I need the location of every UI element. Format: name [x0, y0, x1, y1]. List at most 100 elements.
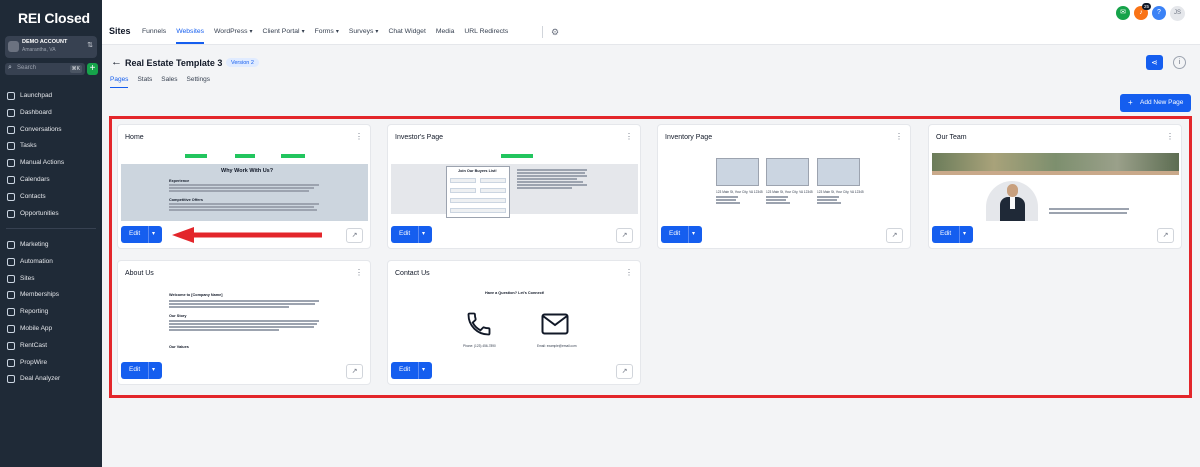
- sidebar-item-manual-actions[interactable]: Manual Actions: [0, 155, 102, 172]
- sidebar-item-label: Mobile App: [20, 324, 53, 332]
- tasks-icon: [7, 142, 15, 151]
- chevron-down-icon: ▾: [375, 29, 379, 35]
- sidebar-item-label: Opportunities: [20, 209, 59, 217]
- sidebar-item-label: Manual Actions: [20, 159, 65, 167]
- deal-analyzer-icon: [7, 375, 15, 384]
- account-location: Amarantha, VA: [22, 47, 56, 53]
- share-icon: ⋖: [1151, 58, 1158, 67]
- sidebar-item-conversations[interactable]: Conversations: [0, 122, 102, 139]
- sidebar-item-tasks[interactable]: Tasks: [0, 138, 102, 155]
- tab-label: Websites: [176, 28, 205, 35]
- sidebar-item-calendars[interactable]: Calendars: [0, 172, 102, 189]
- tab-label: URL Redirects: [464, 28, 509, 35]
- help-icon[interactable]: ?: [1152, 6, 1166, 20]
- sidebar-item-sites[interactable]: Sites: [0, 271, 102, 288]
- version-badge: Version 2: [226, 58, 259, 67]
- chevron-down-icon: ▾: [249, 29, 253, 35]
- megaphone-icon[interactable]: ✉: [1116, 6, 1130, 20]
- account-icon: [8, 41, 19, 52]
- contacts-icon: [7, 192, 15, 201]
- tab-websites[interactable]: Websites: [176, 28, 204, 44]
- sidebar-item-memberships[interactable]: Memberships: [0, 287, 102, 304]
- highlight-box: [109, 116, 1192, 398]
- gear-icon[interactable]: ⚙: [551, 27, 559, 38]
- sidebar-item-propwire[interactable]: PropWire: [0, 355, 102, 372]
- sidebar-divider: [6, 228, 96, 229]
- subtab-stats[interactable]: Stats: [137, 76, 152, 88]
- dashboard-icon: [7, 108, 15, 117]
- sidebar-item-label: PropWire: [20, 358, 48, 366]
- bell-icon[interactable]: ♪ 25: [1134, 3, 1151, 20]
- back-arrow-icon[interactable]: ←: [111, 56, 122, 68]
- sidebar-item-reporting[interactable]: Reporting: [0, 304, 102, 321]
- tab-surveys[interactable]: Surveys ▾: [349, 28, 379, 44]
- sidebar-item-label: Reporting: [20, 308, 49, 316]
- subtab-settings[interactable]: Settings: [187, 76, 211, 88]
- tab-url-redirects[interactable]: URL Redirects: [464, 28, 508, 44]
- tab-client-portal[interactable]: Client Portal ▾: [263, 28, 305, 44]
- memberships-icon: [7, 291, 15, 300]
- rocket-icon: [7, 92, 15, 100]
- avatar[interactable]: JS: [1170, 6, 1185, 21]
- tab-media[interactable]: Media: [436, 28, 455, 44]
- sidebar-item-marketing[interactable]: Marketing: [0, 237, 102, 254]
- tab-label: Chat Widget: [388, 28, 426, 35]
- sidebar-item-launchpad[interactable]: Launchpad: [0, 88, 102, 105]
- sidebar-item-label: Conversations: [20, 125, 62, 133]
- rentcast-icon: [7, 341, 15, 350]
- tab-chat-widget[interactable]: Chat Widget: [388, 28, 425, 44]
- notification-count: 25: [1141, 3, 1151, 10]
- info-icon[interactable]: i: [1173, 56, 1186, 69]
- share-button[interactable]: ⋖: [1146, 55, 1163, 70]
- sidebar-item-contacts[interactable]: Contacts: [0, 189, 102, 206]
- tab-forms[interactable]: Forms ▾: [315, 28, 339, 44]
- search-placeholder: Search: [17, 65, 37, 71]
- tab-wordpress[interactable]: WordPress ▾: [214, 28, 253, 44]
- annotation-arrow-icon: [172, 227, 322, 243]
- chat-icon: [7, 125, 15, 134]
- sidebar-item-label: Deal Analyzer: [20, 375, 61, 383]
- tab-funnels[interactable]: Funnels: [142, 28, 166, 44]
- top-tabs: Funnels Websites WordPress ▾ Client Porta…: [142, 28, 508, 44]
- tab-label: Client Portal: [262, 28, 300, 35]
- propwire-icon: [7, 358, 15, 367]
- account-switcher[interactable]: DEMO ACCOUNT Amarantha, VA ⇅: [5, 36, 97, 58]
- sidebar-item-label: Memberships: [20, 291, 60, 299]
- account-name: DEMO ACCOUNT: [22, 39, 68, 45]
- chevron-down-icon: ▾: [335, 29, 339, 35]
- sidebar-item-dashboard[interactable]: Dashboard: [0, 105, 102, 122]
- top-navigation: Sites Funnels Websites WordPress ▾ Client…: [102, 0, 1200, 45]
- app-logo: REI Closed: [18, 10, 90, 26]
- sidebar-item-rentcast[interactable]: RentCast: [0, 338, 102, 355]
- tab-label: Funnels: [142, 28, 167, 35]
- plus-icon: +: [1128, 98, 1133, 107]
- search-icon: ⌕: [8, 64, 12, 71]
- sidebar-item-label: Marketing: [20, 241, 49, 248]
- quick-add-button[interactable]: +: [87, 63, 98, 75]
- sidebar-item-label: RentCast: [20, 341, 48, 349]
- tab-label: Surveys: [348, 28, 374, 35]
- add-new-page-button[interactable]: + Add New Page: [1120, 94, 1191, 112]
- sidebar-nav-primary: Launchpad Dashboard Conversations Tasks …: [0, 88, 102, 222]
- mobile-app-icon: [7, 324, 15, 333]
- search-shortcut: ⌘K: [69, 65, 82, 73]
- sidebar-item-automation[interactable]: Automation: [0, 254, 102, 271]
- subtab-pages[interactable]: Pages: [110, 76, 129, 88]
- marketing-icon: [7, 241, 15, 249]
- automation-icon: [7, 257, 15, 266]
- tab-label: Media: [435, 28, 455, 35]
- sidebar-item-label: Calendars: [20, 175, 50, 183]
- header-actions: ✉ ♪ 25 ? JS: [1116, 3, 1185, 21]
- sidebar-search[interactable]: ⌕ Search ⌘K: [5, 63, 85, 75]
- sidebar-item-label: Automation: [20, 257, 53, 265]
- manual-actions-icon: [7, 159, 15, 168]
- sidebar-item-mobile-app[interactable]: Mobile App: [0, 321, 102, 338]
- section-title: Sites: [109, 26, 131, 36]
- tab-divider: [542, 26, 543, 38]
- sidebar-item-deal-analyzer[interactable]: Deal Analyzer: [0, 371, 102, 388]
- page-title: Real Estate Template 3: [125, 58, 223, 68]
- sidebar-item-opportunities[interactable]: Opportunities: [0, 206, 102, 223]
- chevron-updown-icon: ⇅: [87, 42, 93, 49]
- subtab-sales[interactable]: Sales: [161, 76, 177, 88]
- sidebar-item-label: Sites: [20, 274, 35, 282]
